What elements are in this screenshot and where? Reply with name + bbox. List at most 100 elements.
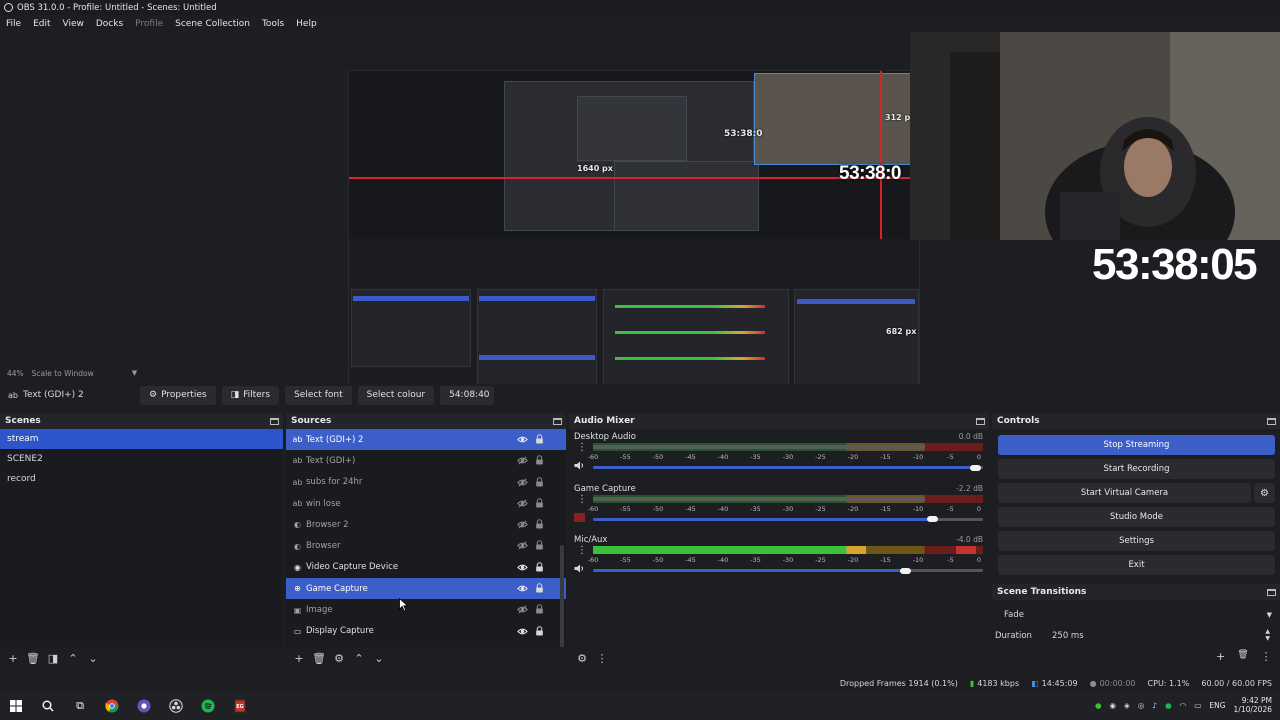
sources-scrollbar[interactable] [560, 545, 564, 663]
gear-icon[interactable]: ⚙ [575, 651, 589, 665]
source-item[interactable]: ab win lose [286, 493, 566, 514]
eye-hidden-icon[interactable] [517, 519, 528, 530]
eye-hidden-icon[interactable] [517, 604, 528, 615]
obs-taskbar-icon[interactable] [160, 692, 192, 720]
menu-scene-collection[interactable]: Scene Collection [175, 19, 250, 29]
source-item[interactable]: ab subs for 24hr [286, 472, 566, 493]
source-item[interactable]: ▣ Image [286, 599, 566, 620]
channel-menu-icon[interactable]: ⋮ [577, 442, 587, 453]
clock[interactable]: 9:42 PM 1/10/2026 [1234, 696, 1272, 714]
select-font-button[interactable]: Select font [285, 385, 352, 405]
task-view-icon[interactable]: ⧉ [64, 692, 96, 720]
menu-file[interactable]: File [6, 19, 21, 29]
tray-shield-icon[interactable]: ◈ [1124, 701, 1130, 710]
trash-icon[interactable]: 🗑 [312, 651, 326, 665]
source-item[interactable]: ◐ Browser 2 [286, 514, 566, 535]
volume-slider[interactable] [593, 517, 983, 521]
chrome-profile-icon[interactable] [128, 692, 160, 720]
lock-icon[interactable] [535, 455, 544, 465]
menu-docks[interactable]: Docks [96, 19, 123, 29]
lock-icon[interactable] [535, 562, 544, 572]
select-colour-button[interactable]: Select colour [357, 385, 435, 405]
spotify-icon[interactable] [192, 692, 224, 720]
eye-icon[interactable] [517, 562, 528, 573]
source-item[interactable]: ◐ Browser [286, 535, 566, 556]
chevron-down-icon[interactable]: ▼ [132, 369, 137, 377]
volume-slider[interactable] [593, 466, 983, 469]
volume-slider-handle[interactable] [900, 567, 911, 574]
trash-icon[interactable]: 🗑 [26, 651, 40, 665]
eye-hidden-icon[interactable] [517, 477, 528, 488]
eye-icon[interactable] [517, 434, 528, 445]
text-value-field[interactable]: 54:08:40 [440, 385, 495, 405]
duration-input[interactable]: 250 ms ▲ ▼ [1048, 628, 1274, 644]
tray-wifi-icon[interactable]: ◠ [1180, 701, 1187, 710]
tray-obs-icon[interactable]: ◉ [1110, 701, 1117, 710]
menu-help[interactable]: Help [296, 19, 317, 29]
volume-slider-handle[interactable] [970, 464, 982, 471]
channel-menu-icon[interactable]: ⋮ [577, 494, 587, 505]
lock-icon[interactable] [535, 583, 544, 593]
arrow-up-icon[interactable]: ⌃ [66, 651, 80, 665]
lock-icon[interactable] [535, 498, 544, 508]
epic-games-icon[interactable]: EG [224, 692, 256, 720]
preview-area[interactable]: 1640 px 312 px 53:38:0 53:38:0 682 px 53… [0, 32, 1280, 392]
tray-spotify-icon[interactable]: ● [1165, 701, 1172, 710]
add-icon[interactable]: + [292, 651, 306, 665]
trash-icon[interactable]: 🗑 [1237, 650, 1248, 663]
speaker-muted-icon[interactable] [574, 512, 585, 522]
tray-chrome-icon[interactable]: ◎ [1138, 701, 1145, 710]
properties-button[interactable]: ⚙ Properties [140, 385, 216, 405]
volume-slider[interactable] [593, 569, 983, 572]
chrome-icon[interactable] [96, 692, 128, 720]
scene-item[interactable]: SCENE2 [0, 449, 283, 469]
lock-icon[interactable] [535, 625, 544, 636]
undock-icon[interactable] [553, 417, 562, 425]
tray-battery-icon[interactable]: ▭ [1194, 701, 1201, 710]
source-item[interactable]: ◉ Video Capture Device [286, 557, 566, 578]
zoom-mode[interactable]: Scale to Window [32, 369, 94, 378]
language-indicator[interactable]: ENG [1209, 701, 1225, 710]
menu-profile[interactable]: Profile [135, 19, 163, 29]
lock-icon[interactable] [535, 434, 544, 444]
start-recording-button[interactable]: Start Recording [998, 459, 1275, 479]
volume-slider-handle[interactable] [927, 516, 939, 522]
more-icon[interactable]: ⋮ [595, 651, 609, 665]
transition-select[interactable]: Fade ▼ [996, 606, 1276, 624]
exit-button[interactable]: Exit [998, 555, 1275, 575]
studio-mode-button[interactable]: Studio Mode [998, 507, 1275, 527]
scene-item[interactable]: stream [0, 429, 283, 449]
channel-menu-icon[interactable]: ⋮ [577, 545, 587, 556]
lock-icon[interactable] [535, 604, 544, 614]
preview-canvas[interactable]: 1640 px 312 px 53:38:0 53:38:0 682 px [348, 70, 920, 392]
spinner-icon[interactable]: ▲ ▼ [1265, 628, 1270, 642]
speaker-icon[interactable] [574, 564, 585, 573]
undock-icon[interactable] [976, 417, 985, 425]
tray-green-icon[interactable]: ● [1095, 701, 1102, 710]
undock-icon[interactable] [1267, 588, 1276, 596]
source-item[interactable]: ▭ Display Capture [286, 621, 566, 642]
virtual-camera-settings-button[interactable]: ⚙ [1254, 483, 1275, 503]
start-virtual-camera-button[interactable]: Start Virtual Camera [998, 483, 1251, 503]
menu-tools[interactable]: Tools [262, 19, 284, 29]
stop-streaming-button[interactable]: Stop Streaming [998, 435, 1275, 455]
add-icon[interactable]: + [6, 651, 20, 665]
eye-icon[interactable] [517, 583, 528, 594]
settings-button[interactable]: Settings [998, 531, 1275, 551]
menu-view[interactable]: View [63, 19, 84, 29]
undock-icon[interactable] [270, 417, 279, 425]
source-item[interactable]: ab Text (GDI+) [286, 450, 566, 471]
tray-volume-icon[interactable]: ♪ [1152, 701, 1157, 710]
filters-button[interactable]: ◨ Filters [221, 385, 280, 405]
search-icon[interactable] [32, 692, 64, 720]
add-icon[interactable]: + [1216, 650, 1225, 663]
eye-hidden-icon[interactable] [517, 540, 528, 551]
gear-icon[interactable]: ⚙ [332, 651, 346, 665]
arrow-down-icon[interactable]: ⌄ [86, 651, 100, 665]
eye-hidden-icon[interactable] [517, 498, 528, 509]
more-icon[interactable]: ⋮ [1261, 650, 1272, 663]
scene-item[interactable]: record [0, 469, 283, 489]
undock-icon[interactable] [1267, 417, 1276, 425]
arrow-up-icon[interactable]: ⌃ [352, 651, 366, 665]
arrow-down-icon[interactable]: ⌄ [372, 651, 386, 665]
